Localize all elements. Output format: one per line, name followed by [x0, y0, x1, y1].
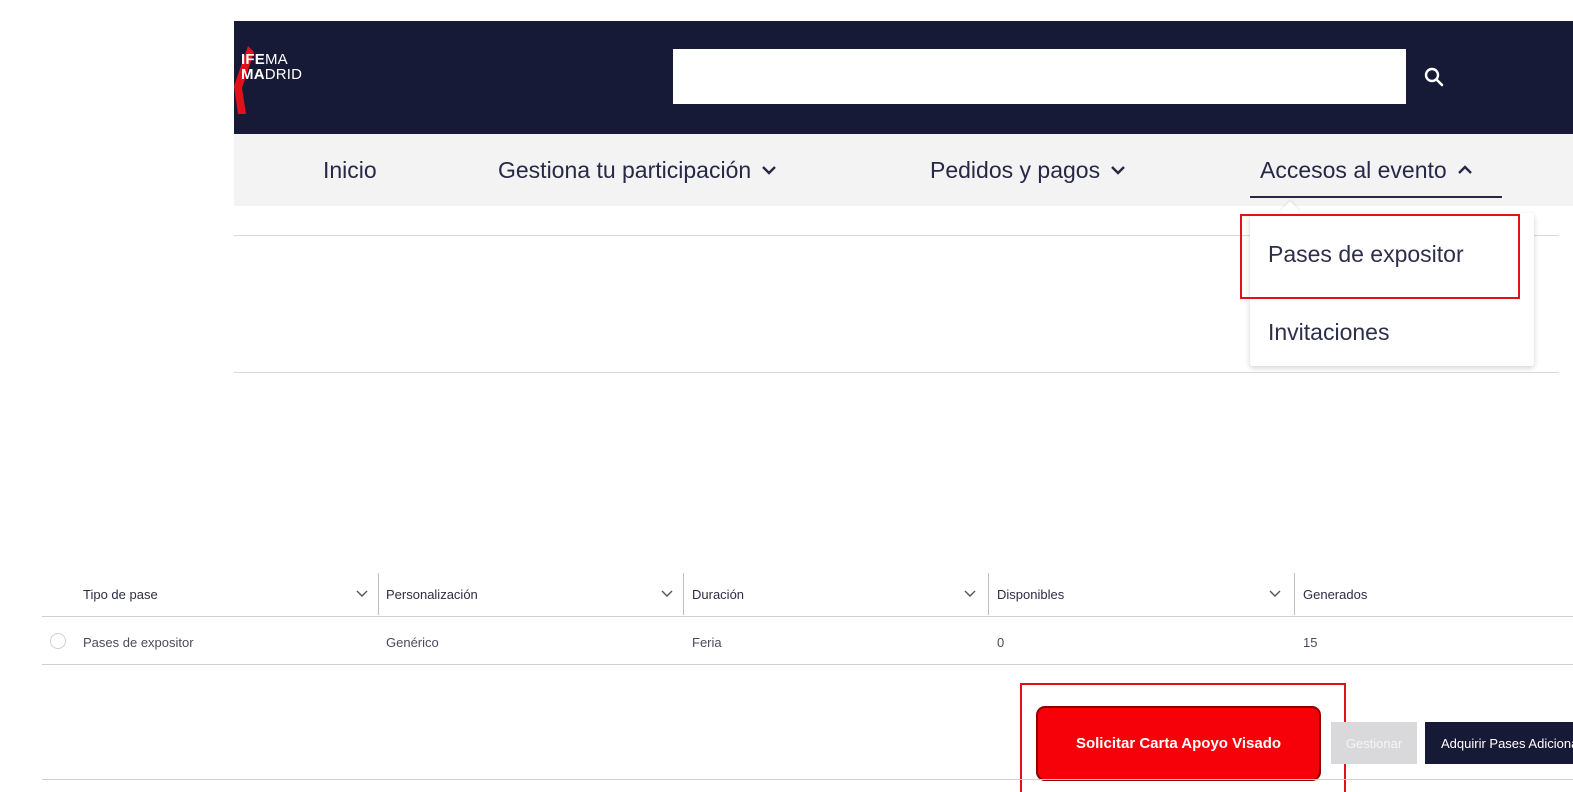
chevron-up-icon: [1457, 164, 1473, 176]
chevron-down-icon: [761, 164, 777, 176]
nav-item-label: Pedidos y pagos: [930, 156, 1101, 183]
row-select-radio[interactable]: [50, 633, 66, 649]
ifema-logo-text: IFEMA MADRID: [241, 51, 303, 83]
column-header-personalizacion[interactable]: Personalización: [386, 587, 478, 602]
footer-line: [42, 779, 1573, 780]
column-separator: [683, 573, 684, 615]
search-input[interactable]: [673, 49, 1406, 104]
top-header: IFEMA MADRID: [234, 21, 1573, 134]
gestionar-button[interactable]: Gestionar: [1331, 722, 1417, 764]
nav-item-label: Accesos al evento: [1260, 156, 1447, 183]
highlight-box: [1240, 214, 1520, 299]
table-cell-tipo: Pases de expositor: [83, 635, 194, 650]
chevron-down-icon[interactable]: [963, 589, 977, 599]
column-header-disponibles[interactable]: Disponibles: [997, 587, 1064, 602]
chevron-down-icon[interactable]: [660, 589, 674, 599]
nav-item-gestiona[interactable]: Gestiona tu participación: [498, 134, 777, 206]
search-button[interactable]: [1408, 49, 1460, 104]
table-header-line: [42, 616, 1573, 617]
table-cell-duracion: Feria: [692, 635, 722, 650]
nav-item-label: Gestiona tu participación: [498, 156, 752, 183]
column-separator: [1294, 573, 1295, 615]
divider: [234, 372, 1559, 373]
table-cell-disponibles: 0: [997, 635, 1005, 650]
dropdown-item-invitaciones[interactable]: Invitaciones: [1268, 319, 1389, 346]
table-cell-generados: 15: [1303, 635, 1318, 650]
active-nav-underline: [1250, 196, 1502, 198]
adquirir-pases-button[interactable]: Adquirir Pases Adicionales: [1425, 722, 1573, 764]
column-header-duracion[interactable]: Duración: [692, 587, 744, 602]
column-header-generados[interactable]: Generados: [1303, 587, 1367, 602]
nav-item-inicio[interactable]: Inicio: [323, 134, 377, 206]
chevron-down-icon: [1110, 164, 1126, 176]
chevron-down-icon[interactable]: [355, 589, 369, 599]
search-icon: [1424, 67, 1444, 86]
table-cell-personalizacion: Genérico: [386, 635, 439, 650]
nav-item-pedidos[interactable]: Pedidos y pagos: [930, 134, 1126, 206]
solicitar-carta-button[interactable]: Solicitar Carta Apoyo Visado: [1036, 706, 1321, 781]
nav-item-label: Inicio: [323, 156, 377, 183]
column-separator: [988, 573, 989, 615]
table-row-line: [42, 664, 1573, 665]
column-separator: [378, 573, 379, 615]
chevron-down-icon[interactable]: [1268, 589, 1282, 599]
column-header-tipo[interactable]: Tipo de pase: [83, 587, 158, 602]
